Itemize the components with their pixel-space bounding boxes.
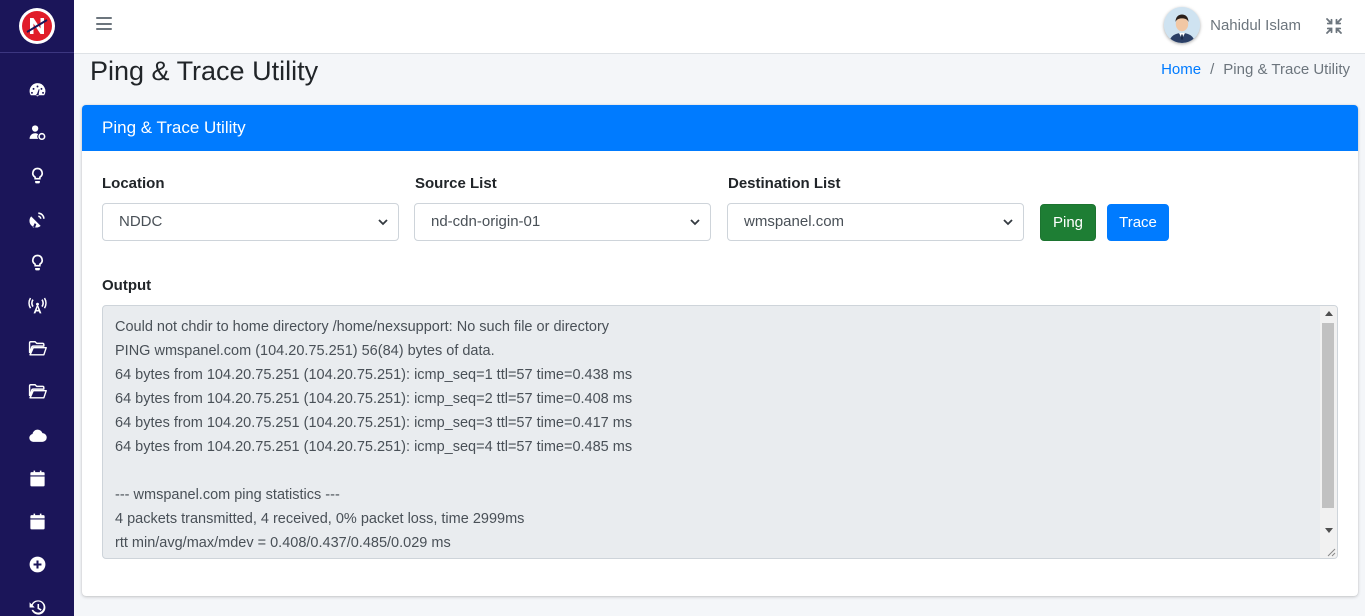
sidebar-item-ideas-2[interactable] [0,241,74,284]
menu-toggle-icon[interactable] [96,17,112,33]
destination-label: Destination List [728,175,841,192]
location-select[interactable]: NDDC [102,203,399,241]
sidebar-item-files[interactable] [0,327,74,370]
location-label: Location [102,175,165,192]
sidebar-item-calendar[interactable] [0,457,74,500]
ping-button[interactable]: Ping [1040,204,1096,241]
resize-grip-icon[interactable] [1324,545,1336,557]
page-title: Ping & Trace Utility [90,56,319,86]
sidebar-item-satellite[interactable] [0,198,74,241]
brand-logo[interactable] [19,8,55,44]
scroll-down-arrow-icon[interactable] [1325,528,1333,533]
chevron-down-icon [690,219,700,226]
folder-open-icon [28,341,47,356]
cloud-icon [28,429,47,442]
output-textarea[interactable]: Could not chdir to home directory /home/… [102,305,1338,559]
destination-select-value: wmspanel.com [744,213,845,230]
ping-trace-card: Ping & Trace Utility Location NDDC Sourc… [82,105,1358,596]
sidebar-item-users[interactable] [0,111,74,154]
user-avatar-icon [1164,7,1201,43]
source-select-value: nd-cdn-origin-01 [431,213,541,230]
user-menu[interactable]: Nahidul Islam [1164,7,1301,43]
sidebar-item-dashboard[interactable] [0,68,74,111]
sidebar-item-cloud[interactable] [0,414,74,457]
output-scrollbar[interactable] [1320,306,1337,558]
calendar-icon [29,513,45,530]
location-select-value: NDDC [119,213,163,230]
sidebar-item-ideas[interactable] [0,154,74,197]
sidebar-menu [0,53,74,616]
output-label: Output [102,277,152,294]
trace-button[interactable]: Trace [1107,204,1169,241]
breadcrumb-separator: / [1210,61,1215,78]
output-text: Could not chdir to home directory /home/… [115,319,633,551]
source-select[interactable]: nd-cdn-origin-01 [414,203,711,241]
breadcrumb: Home / Ping & Trace Utility [1161,61,1350,78]
user-cog-icon [29,125,45,141]
calendar-icon [29,470,45,487]
user-name: Nahidul Islam [1210,16,1301,34]
sidebar-item-history[interactable] [0,586,74,616]
sidebar-item-calendar-2[interactable] [0,500,74,543]
sidebar-item-files-2[interactable] [0,370,74,413]
satellite-dish-icon [28,212,45,228]
sidebar-item-add[interactable] [0,543,74,586]
sidebar [0,0,74,616]
destination-select[interactable]: wmspanel.com [727,203,1024,241]
lightbulb-icon [31,168,43,184]
scroll-up-arrow-icon[interactable] [1325,311,1333,316]
top-navbar: Nahidul Islam [74,0,1365,54]
chevron-down-icon [378,219,388,226]
fullscreen-toggle-icon[interactable] [1325,17,1343,35]
breadcrumb-home-link[interactable]: Home [1161,61,1201,78]
breadcrumb-current: Ping & Trace Utility [1223,61,1350,78]
dashboard-gauge-icon [29,83,45,97]
plus-circle-icon [29,556,45,573]
chevron-down-icon [1003,219,1013,226]
card-title: Ping & Trace Utility [82,105,1358,151]
sidebar-item-broadcast[interactable] [0,284,74,327]
lightbulb-icon [31,254,43,271]
logo-n-icon [22,11,52,41]
avatar [1164,7,1201,43]
folder-open-icon [28,384,47,399]
broadcast-tower-icon [27,297,47,314]
scroll-thumb[interactable] [1322,323,1334,508]
history-icon [29,600,45,615]
source-label: Source List [415,175,497,192]
brand [0,0,74,53]
